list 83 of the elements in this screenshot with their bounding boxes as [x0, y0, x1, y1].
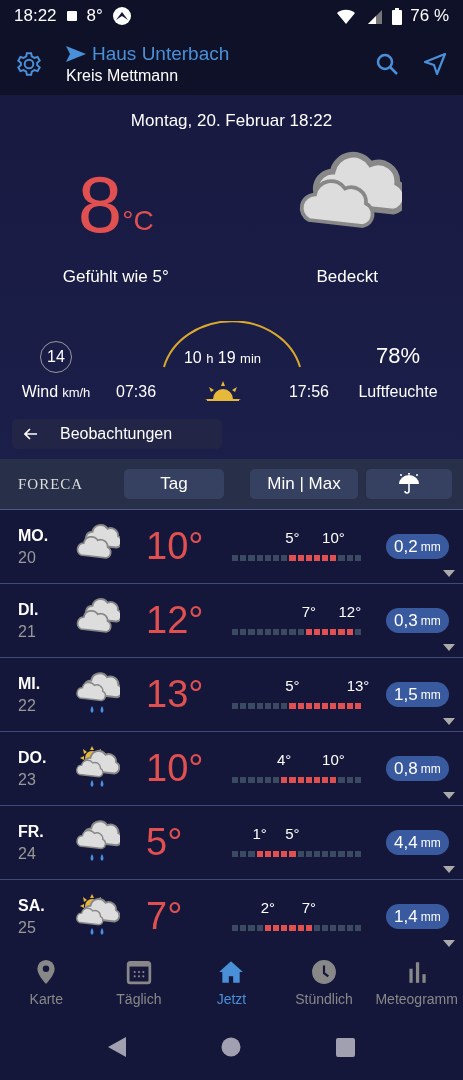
min-temperature: 4°: [277, 750, 292, 768]
back-arrow-icon: [24, 428, 38, 440]
precipitation-badge: 0,8 mm: [386, 756, 449, 781]
clock-icon: [311, 959, 338, 985]
precipitation-badge: 1,4 mm: [386, 904, 449, 929]
sunset-time: 17:56: [288, 383, 329, 401]
day-button[interactable]: Tag: [124, 469, 224, 499]
precipitation-button[interactable]: [366, 469, 452, 499]
day-temperature: 10°: [146, 747, 205, 790]
max-temperature: 7°: [301, 898, 316, 916]
battery-icon: [392, 7, 403, 25]
day-temperature: 10°: [146, 525, 205, 568]
expand-icon[interactable]: [443, 792, 455, 799]
day-name: DO.: [18, 748, 48, 767]
nav-tab[interactable]: Stündlich: [277, 959, 371, 1007]
weather-condition: Bedeckt: [316, 267, 378, 287]
back-button[interactable]: [107, 1037, 126, 1057]
day-date: 24: [18, 844, 37, 863]
day-date: 20: [18, 548, 37, 567]
expand-icon[interactable]: [443, 570, 455, 577]
notification-icon: [66, 11, 77, 21]
nav-tab[interactable]: Jetzt: [185, 959, 278, 1007]
precipitation-badge: 0,3 mm: [386, 608, 449, 633]
day-temperature: 5°: [146, 821, 184, 864]
day-name: MI.: [18, 674, 42, 693]
day-name: FR.: [18, 822, 45, 841]
nav-tab[interactable]: Karte: [0, 959, 93, 1007]
precipitation-badge: 1,5 mm: [386, 682, 449, 707]
max-temperature: 5°: [285, 824, 300, 842]
recents-button[interactable]: [336, 1037, 356, 1057]
humidity-value: 78%: [375, 343, 420, 369]
home-button[interactable]: [221, 1037, 241, 1057]
expand-icon[interactable]: [443, 644, 455, 651]
precipitation-badge: 4,4 mm: [386, 830, 449, 855]
min-temperature: 1°: [252, 824, 267, 842]
min-temperature: 2°: [260, 898, 275, 916]
battery-level: 76 %: [410, 6, 449, 26]
location-name[interactable]: Haus Unterbach: [92, 42, 230, 65]
min-temperature: 7°: [301, 602, 316, 620]
current-temperature: 8°C: [77, 159, 154, 245]
date-time: Montag, 20. Februar 18:22: [129, 111, 334, 131]
minmax-button[interactable]: Min | Max: [250, 469, 358, 499]
app-icon: [112, 7, 131, 25]
precipitation-badge: 0,2 mm: [386, 534, 449, 559]
sunrise-time: 07:36: [116, 383, 157, 401]
brand-logo: FORECA: [18, 475, 85, 493]
day-temperature: 7°: [146, 895, 184, 938]
humidity-label: Luftfeuchte: [358, 383, 438, 401]
day-date: 22: [18, 696, 37, 715]
day-date: 23: [18, 770, 37, 789]
search-button[interactable]: [375, 51, 399, 76]
day-temperature: 13°: [146, 673, 205, 716]
daylight-duration: 10 h 19 min: [182, 349, 263, 367]
day-temperature: 12°: [146, 599, 205, 642]
min-temperature: 5°: [285, 528, 300, 546]
observations-button[interactable]: Beobachtungen: [12, 419, 222, 449]
nav-tab[interactable]: Täglich: [92, 959, 186, 1007]
day-name: MO.: [18, 526, 50, 545]
day-date: 21: [18, 622, 37, 641]
day-date: 25: [18, 918, 37, 937]
max-temperature: 13°: [346, 676, 370, 694]
day-name: DI.: [18, 600, 40, 619]
max-temperature: 10°: [322, 528, 345, 546]
wind-label: Wind km/h: [21, 383, 91, 401]
location-region: Kreis Mettmann: [66, 66, 180, 85]
signal-icon: [366, 8, 385, 24]
expand-icon[interactable]: [443, 718, 455, 725]
home-icon: [218, 959, 245, 985]
expand-icon[interactable]: [443, 866, 455, 873]
nav-tab[interactable]: Meteogramm: [370, 959, 463, 1007]
min-temperature: 5°: [285, 676, 300, 694]
status-temperature: 8°: [86, 6, 103, 26]
umbrella-icon: [398, 473, 420, 495]
settings-button[interactable]: [16, 50, 42, 77]
location-arrow-icon: [66, 45, 86, 62]
max-temperature: 12°: [338, 602, 362, 620]
status-time: 18:22: [14, 6, 57, 26]
feels-like: Gefühlt wie 5°: [62, 267, 169, 287]
max-temperature: 10°: [322, 750, 345, 768]
calendar-icon: [125, 959, 152, 985]
navigate-button[interactable]: [423, 51, 447, 76]
day-name: SA.: [18, 896, 46, 915]
sunset-icon: [204, 381, 241, 401]
